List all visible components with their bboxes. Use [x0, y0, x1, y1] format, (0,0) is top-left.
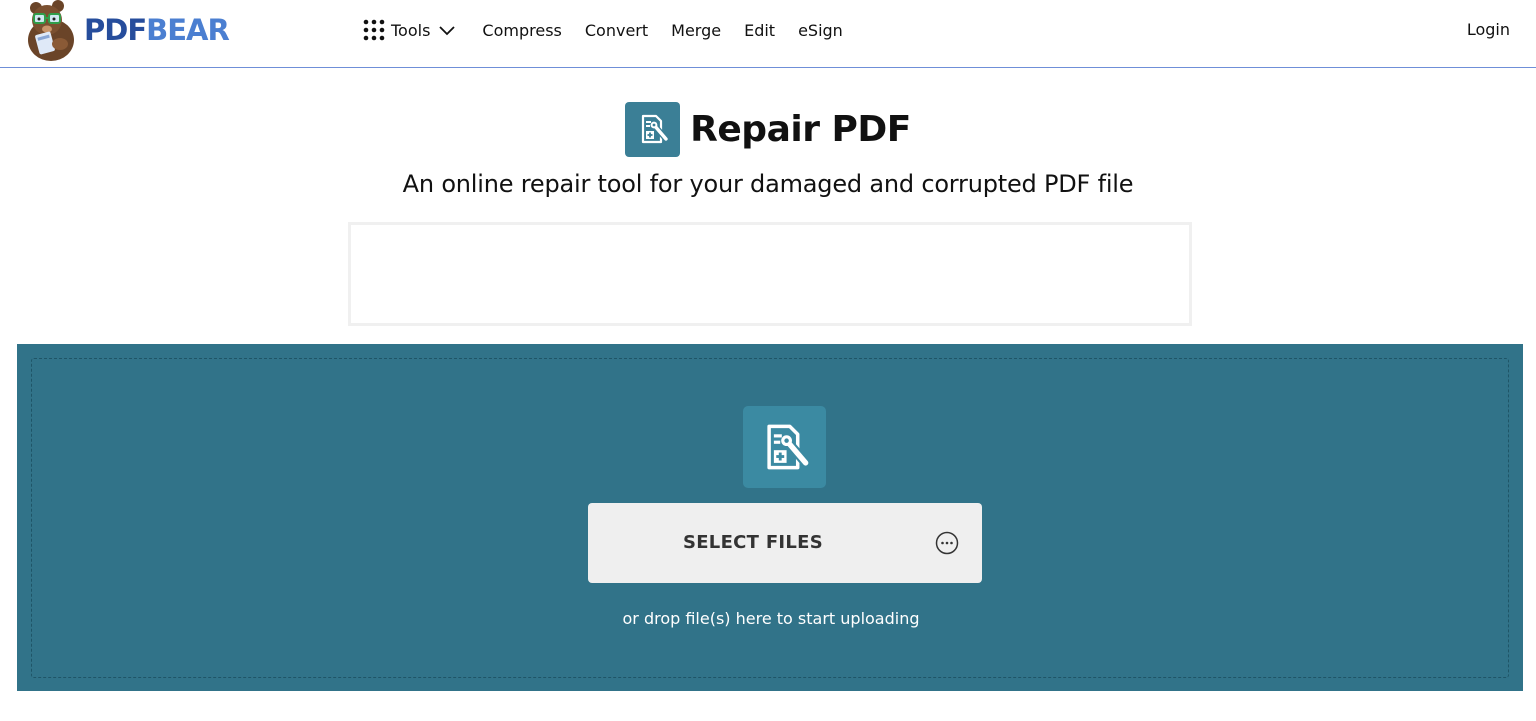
logo-link[interactable]: PDFBEAR: [24, 0, 230, 62]
nav-edit[interactable]: Edit: [744, 21, 775, 40]
ad-placeholder: [348, 222, 1192, 326]
more-options-icon[interactable]: [935, 531, 959, 555]
nav-esign[interactable]: eSign: [798, 21, 843, 40]
drop-hint-text: or drop file(s) here to start uploading: [622, 609, 920, 628]
repair-pdf-icon: [625, 101, 681, 157]
select-files-button[interactable]: SELECT FILES: [588, 503, 982, 583]
select-files-label: SELECT FILES: [682, 532, 824, 553]
nav-merge[interactable]: Merge: [671, 21, 721, 40]
page-subtitle: An online repair tool for your damaged a…: [402, 170, 1134, 198]
upload-area[interactable]: SELECT FILES or drop file(s) here to sta…: [17, 344, 1523, 691]
drop-zone[interactable]: SELECT FILES or drop file(s) here to sta…: [31, 358, 1509, 678]
logo-wordmark: PDFBEAR: [84, 12, 230, 47]
grid-dots-icon: [363, 19, 385, 41]
bear-mascot-icon: [28, 0, 74, 61]
site-header: PDFBEAR Tools Compress Convert Merge Edi…: [0, 0, 1536, 68]
repair-pdf-upload-glyph: [766, 424, 809, 470]
nav-tools-menu[interactable]: Tools: [363, 19, 456, 41]
nav-tools-label: Tools: [391, 20, 431, 40]
repair-pdf-upload-icon: [743, 406, 826, 488]
repair-pdf-glyph: [641, 114, 668, 144]
main-nav: Tools Compress Convert Merge Edit eSign: [363, 0, 866, 60]
logo-text-bear: BEAR: [146, 12, 230, 47]
nav-convert[interactable]: Convert: [585, 21, 648, 40]
logo-text-pdf: PDF: [84, 12, 147, 47]
page-title: Repair PDF: [690, 108, 911, 150]
login-link[interactable]: Login: [1467, 0, 1510, 60]
chevron-down-icon: [439, 26, 456, 36]
page-title-row: Repair PDF: [0, 101, 1536, 157]
nav-compress[interactable]: Compress: [482, 21, 561, 40]
